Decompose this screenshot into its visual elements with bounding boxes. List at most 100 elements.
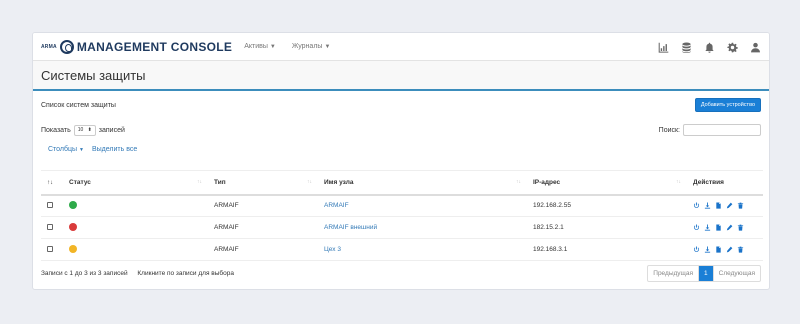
page-title: Системы защиты	[41, 67, 146, 83]
page-1-button[interactable]: 1	[699, 265, 714, 281]
logo-icon	[59, 39, 74, 54]
type-cell: ARMAIF	[208, 194, 318, 217]
table-row[interactable]: ARMAIF ARMAIF внешний 182.15.2.1	[41, 216, 763, 239]
row-select-cell	[41, 216, 63, 239]
menu-assets-label: Активы	[244, 43, 268, 50]
sort-icon: ↑↓	[197, 179, 202, 185]
search-label: Поиск:	[658, 126, 680, 134]
bell-icon[interactable]	[704, 42, 715, 53]
table-info: Записи с 1 до 3 из 3 записей Кликните по…	[41, 270, 242, 277]
menu-logs[interactable]: Журналы ▼	[292, 43, 331, 50]
brand-logo[interactable]: ARMA MANAGEMENT CONSOLE	[41, 39, 233, 54]
select-all-link[interactable]: Выделить все	[92, 146, 137, 153]
host-link[interactable]: ARMAIF	[318, 194, 527, 217]
download-icon[interactable]	[704, 202, 711, 209]
edit-icon[interactable]	[726, 224, 733, 231]
table-controls: Показать 10 ⬍ записей Поиск:	[33, 123, 769, 137]
updown-icon: ⬍	[87, 127, 92, 133]
brand-title: MANAGEMENT CONSOLE	[76, 39, 233, 54]
chevron-down-icon: ▼	[324, 44, 331, 50]
status-cell	[63, 216, 208, 239]
row-checkbox[interactable]	[47, 245, 53, 252]
type-column-header[interactable]: Тип ↑↓	[208, 170, 318, 196]
status-column-header[interactable]: Статус ↑↓	[63, 170, 208, 196]
add-device-button[interactable]: Добавить устройство	[694, 98, 761, 112]
trash-icon[interactable]	[737, 224, 744, 231]
status-indicator	[69, 200, 77, 209]
selection-hint: Кликните по записи для выбора	[137, 269, 234, 277]
page-size-select[interactable]: 10 ⬍	[73, 124, 96, 136]
trash-icon[interactable]	[737, 202, 744, 209]
columns-dropdown[interactable]: Столбцы ▼	[48, 146, 84, 153]
next-page-button[interactable]: Следующая	[714, 266, 760, 281]
host-link[interactable]: ARMAIF внешний	[318, 216, 527, 239]
table-header-row: ↑↓ Статус ↑↓ Тип ↑↓ Имя узла ↑↓ IP-адрес ↑↓ …	[41, 170, 763, 196]
download-icon[interactable]	[704, 246, 711, 253]
table-links: Столбцы ▼ Выделить все	[33, 143, 769, 155]
table-row[interactable]: ARMAIF ARMAIF 192.168.2.55	[41, 194, 763, 217]
show-label: Показать	[41, 126, 71, 134]
status-cell	[63, 238, 208, 261]
chart-icon[interactable]	[658, 42, 669, 53]
sort-icon: ↑↓	[47, 179, 53, 186]
pagination: Предыдущая 1 Следующая	[647, 264, 761, 282]
menu-assets[interactable]: Активы ▼	[244, 43, 276, 50]
ip-cell: 182.15.2.1	[527, 216, 687, 239]
search-input[interactable]	[683, 124, 761, 136]
top-navbar: ARMA MANAGEMENT CONSOLE Активы ▼ Журналы ▼	[33, 33, 769, 61]
host-column-header[interactable]: Имя узла ↑↓	[318, 170, 527, 196]
search-control: Поиск:	[659, 124, 761, 136]
edit-icon[interactable]	[726, 246, 733, 253]
file-icon[interactable]	[715, 246, 722, 253]
power-icon[interactable]	[693, 246, 700, 253]
records-info: Записи с 1 до 3 из 3 записей	[41, 269, 128, 277]
actions-cell	[687, 238, 763, 261]
page-header: Системы защиты	[33, 61, 769, 91]
status-header-label: Статус	[69, 178, 91, 186]
edit-icon[interactable]	[726, 202, 733, 209]
menu-logs-label: Журналы	[291, 43, 323, 50]
status-indicator	[69, 222, 77, 231]
main-menu: Активы ▼ Журналы ▼	[244, 43, 330, 50]
console-window: ARMA MANAGEMENT CONSOLE Активы ▼ Журналы ▼…	[32, 32, 770, 290]
actions-column-header: Действия	[687, 170, 763, 196]
ip-header-label: IP-адрес	[533, 178, 561, 186]
panel-title: Список систем защиты	[41, 101, 116, 109]
chevron-down-icon: ▼	[79, 146, 84, 153]
row-checkbox[interactable]	[47, 201, 53, 208]
file-icon[interactable]	[715, 224, 722, 231]
type-cell: ARMAIF	[208, 216, 318, 239]
actions-cell	[687, 216, 763, 239]
ip-cell: 192.168.3.1	[527, 238, 687, 261]
page-size-value: 10	[77, 127, 84, 133]
type-cell: ARMAIF	[208, 238, 318, 261]
power-icon[interactable]	[693, 224, 700, 231]
download-icon[interactable]	[704, 224, 711, 231]
page-size-control: Показать 10 ⬍ записей	[41, 124, 125, 136]
file-icon[interactable]	[715, 202, 722, 209]
select-column-header[interactable]: ↑↓	[41, 170, 63, 196]
table-row[interactable]: ARMAIF Цех 3 192.168.3.1	[41, 238, 763, 261]
host-header-label: Имя узла	[324, 178, 354, 186]
ip-cell: 192.168.2.55	[527, 194, 687, 217]
sort-icon: ↑↓	[676, 179, 681, 185]
actions-cell	[687, 194, 763, 217]
prev-page-button[interactable]: Предыдущая	[648, 265, 700, 281]
chevron-down-icon: ▼	[269, 44, 276, 50]
ip-column-header[interactable]: IP-адрес ↑↓	[527, 170, 687, 196]
row-checkbox[interactable]	[47, 223, 53, 230]
database-icon[interactable]	[681, 42, 692, 53]
columns-label: Столбцы	[48, 145, 78, 153]
trash-icon[interactable]	[737, 246, 744, 253]
power-icon[interactable]	[693, 202, 700, 209]
row-select-cell	[41, 194, 63, 217]
navbar-icons	[658, 33, 761, 61]
entries-label: записей	[98, 126, 125, 134]
brand-small-text: ARMA	[41, 43, 57, 50]
status-cell	[63, 194, 208, 217]
row-select-cell	[41, 238, 63, 261]
host-link[interactable]: Цех 3	[318, 238, 527, 261]
user-icon[interactable]	[750, 42, 761, 53]
table-footer: Записи с 1 до 3 из 3 записей Кликните по…	[41, 264, 761, 282]
gear-icon[interactable]	[727, 42, 738, 53]
